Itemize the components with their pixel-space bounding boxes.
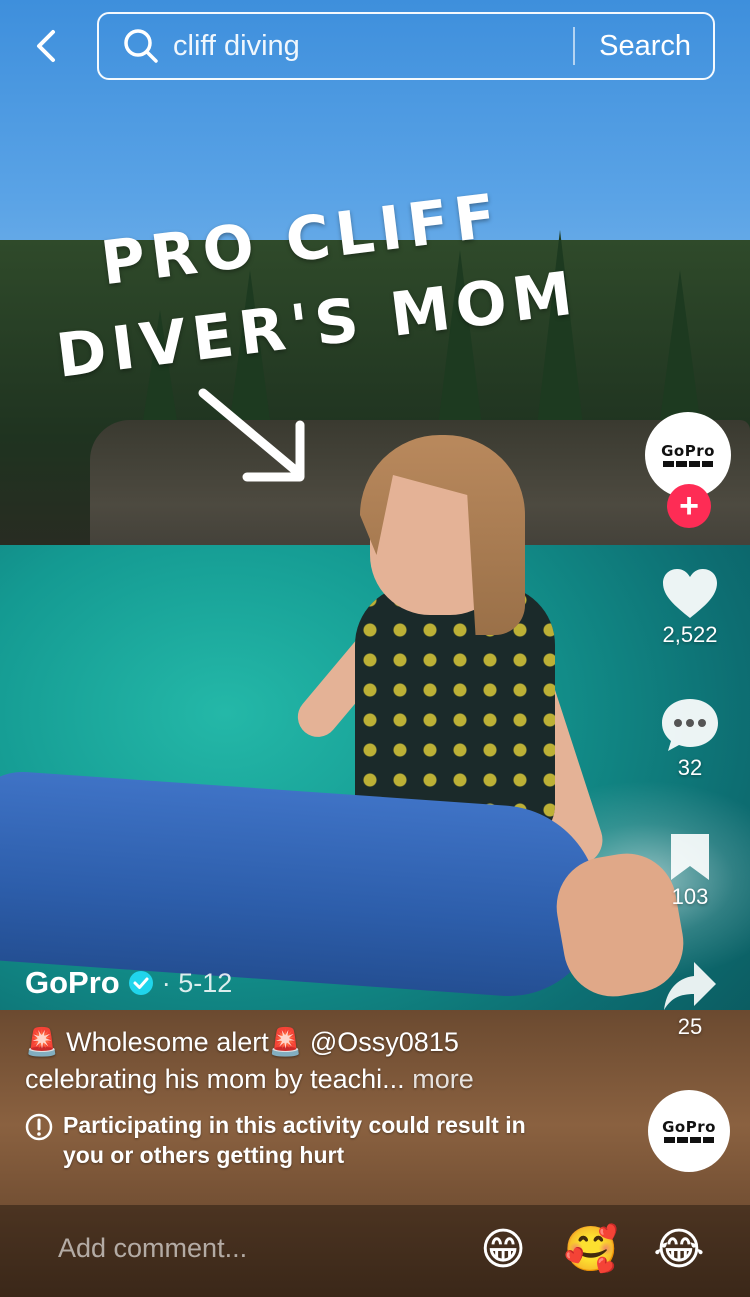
hearts-emoji-button[interactable]: 🥰 <box>562 1220 620 1278</box>
follow-button[interactable]: + <box>667 484 711 528</box>
author-name[interactable]: GoPro <box>25 965 120 1001</box>
post-caption[interactable]: 🚨 Wholesome alert🚨 @Ossy0815 celebrating… <box>25 1024 585 1097</box>
mention-link[interactable]: @Ossy0815 <box>310 1027 459 1057</box>
save-count: 103 <box>671 884 709 909</box>
more-link[interactable]: more <box>412 1064 474 1094</box>
arrow-icon <box>198 388 305 482</box>
joy-emoji-button[interactable]: 😂 <box>650 1220 708 1278</box>
search-icon <box>121 26 161 66</box>
search-input[interactable]: cliff diving <box>173 30 573 63</box>
comment-bubble-icon <box>662 699 718 751</box>
comment-count: 32 <box>677 755 703 780</box>
post-date: · 5-12 <box>161 967 233 998</box>
gopro-logo: GoPro <box>662 1117 716 1143</box>
video-frame[interactable] <box>0 0 750 1297</box>
search-button[interactable]: Search <box>575 30 713 63</box>
share-button[interactable]: 25 <box>650 960 730 1040</box>
caption-text: Wholesome alert <box>66 1027 269 1057</box>
share-arrow-icon <box>664 962 716 1010</box>
safety-warning: Participating in this activity could res… <box>25 1110 565 1170</box>
info-warning-icon <box>25 1113 53 1141</box>
caption-line-2: celebrating his mom by teachi... <box>25 1064 405 1094</box>
like-count: 2,522 <box>662 622 718 647</box>
avatar-logo-text: GoPro <box>661 441 715 460</box>
verified-badge-icon <box>128 971 153 995</box>
search-bar[interactable]: cliff diving Search <box>97 12 715 80</box>
back-button[interactable] <box>22 22 70 70</box>
save-button[interactable]: 103 <box>650 832 730 910</box>
sound-disc[interactable]: GoPro <box>648 1090 730 1172</box>
siren-emoji-icon: 🚨 <box>25 1027 59 1058</box>
sound-logo-text: GoPro <box>662 1117 716 1136</box>
siren-emoji-icon: 🚨 <box>268 1027 303 1058</box>
chevron-left-icon <box>37 30 55 62</box>
share-count: 25 <box>677 1014 703 1039</box>
gopro-logo: GoPro <box>661 441 715 467</box>
comment-button[interactable]: 32 <box>650 697 730 781</box>
like-button[interactable]: 2,522 <box>650 568 730 648</box>
heart-icon <box>663 569 717 618</box>
warning-text: Participating in this activity could res… <box>63 1112 526 1168</box>
comment-input[interactable]: Add comment... <box>58 1233 247 1264</box>
author-row: GoPro · 5-12 <box>25 965 232 1001</box>
bookmark-icon <box>671 834 709 880</box>
grin-emoji-button[interactable]: 😁 <box>474 1220 532 1278</box>
